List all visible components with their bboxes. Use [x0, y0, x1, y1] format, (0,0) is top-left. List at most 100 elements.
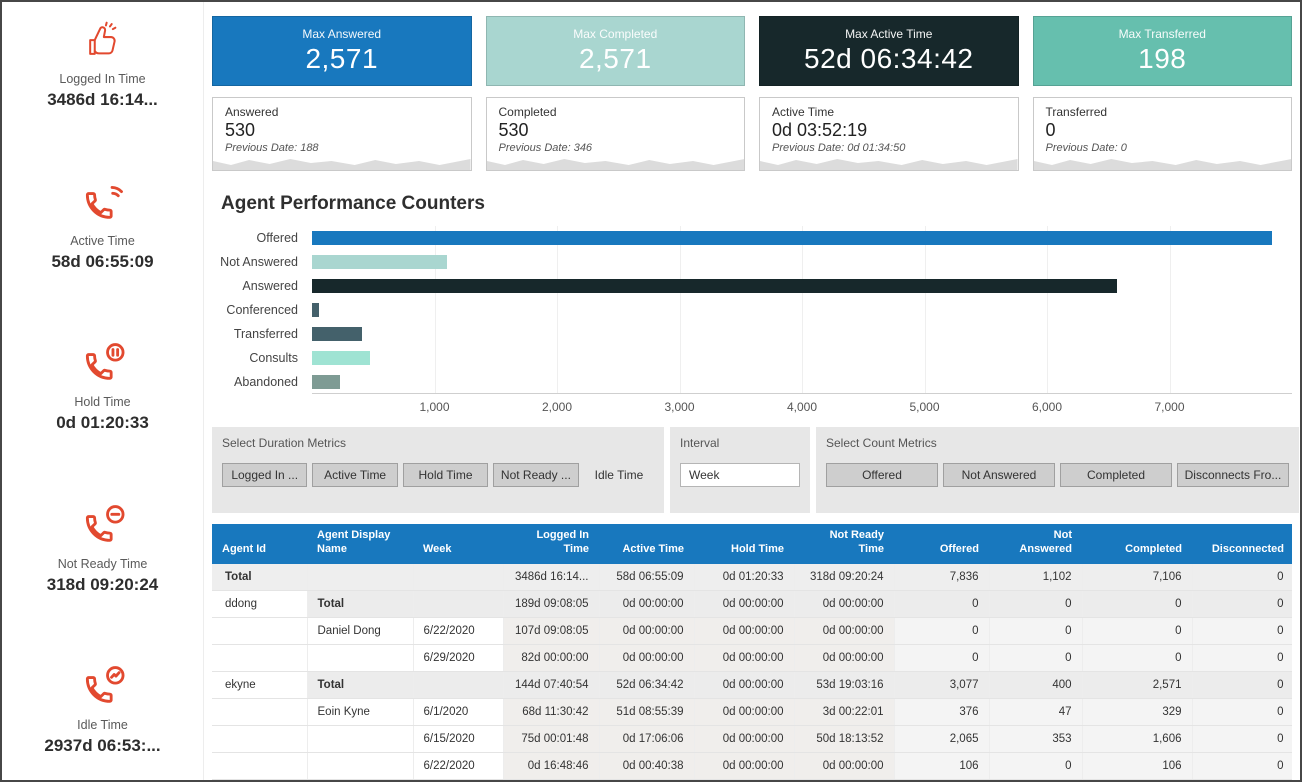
- duration-metric-idle-time[interactable]: Idle Time: [584, 463, 654, 487]
- max-card-label: Max Active Time: [845, 27, 932, 41]
- value-card-value: 0: [1046, 120, 1280, 141]
- count-metric-completed[interactable]: Completed: [1060, 463, 1172, 487]
- column-header-logged-in-time[interactable]: Logged In Time: [503, 524, 599, 564]
- cell-metric: 0: [1082, 618, 1192, 645]
- chart-bar-track: [312, 255, 1292, 269]
- column-header-week[interactable]: Week: [413, 524, 503, 564]
- cell-week: 6/1/2020: [413, 699, 503, 726]
- max-card-label: Max Transferred: [1119, 27, 1206, 41]
- count-metric-disconnects-fro[interactable]: Disconnects Fro...: [1177, 463, 1289, 487]
- table-row: 6/15/202075d 00:01:480d 17:06:060d 00:00…: [212, 726, 1292, 753]
- cell-agent-id: [212, 645, 307, 672]
- chart-bar-row-answered: Answered: [212, 274, 1292, 298]
- cell-week: 6/22/2020: [413, 618, 503, 645]
- duration-metric-hold-time[interactable]: Hold Time: [403, 463, 488, 487]
- count-metric-not-answered[interactable]: Not Answered: [943, 463, 1055, 487]
- column-header-completed[interactable]: Completed: [1082, 524, 1192, 564]
- x-tick-label: 2,000: [542, 400, 572, 414]
- cell-metric: 0d 00:00:00: [694, 672, 794, 699]
- phone-pause-icon: [8, 341, 198, 387]
- value-card-previous: Previous Date: 346: [499, 142, 733, 154]
- max-card-label: Max Answered: [302, 27, 381, 41]
- kpi-card-active-time: Max Active Time52d 06:34:42Active Time0d…: [759, 16, 1019, 171]
- cell-agent-name: Total: [307, 591, 413, 618]
- chart-title: Agent Performance Counters: [221, 193, 485, 215]
- kpi-value: 2937d 06:53:...: [8, 736, 198, 756]
- chart-bar-track: [312, 279, 1292, 293]
- kpi-label: Logged In Time: [8, 72, 198, 86]
- cell-metric: 82d 00:00:00: [503, 645, 599, 672]
- column-header-not-answered[interactable]: Not Answered: [989, 524, 1082, 564]
- duration-metric-not-ready[interactable]: Not Ready ...: [493, 463, 578, 487]
- interval-panel: Interval Week: [670, 427, 810, 513]
- cell-agent-id: Total: [212, 564, 307, 591]
- value-card-transferred: Transferred0Previous Date: 0: [1033, 97, 1293, 171]
- sparkline-chart: [213, 152, 471, 170]
- chart-bar-track: [312, 303, 1292, 317]
- sidebar-kpi-active-time: Active Time58d 06:55:09: [8, 180, 198, 272]
- filter-row: Select Duration Metrics Logged In ...Act…: [212, 427, 1292, 513]
- phone-minus-icon: [8, 503, 198, 549]
- max-card-max-answered: Max Answered2,571: [212, 16, 472, 86]
- cell-metric: 0: [1192, 672, 1292, 699]
- column-header-hold-time[interactable]: Hold Time: [694, 524, 794, 564]
- cell-metric: 0: [989, 618, 1082, 645]
- kpi-value: 318d 09:20:24: [8, 575, 198, 595]
- chart-bar-not-answered: [312, 255, 447, 269]
- column-header-not-ready-time[interactable]: Not Ready Time: [794, 524, 894, 564]
- value-card-label: Transferred: [1046, 105, 1280, 119]
- value-card-previous: Previous Date: 0: [1046, 142, 1280, 154]
- value-card-value: 0d 03:52:19: [772, 120, 1006, 141]
- cell-metric: 0d 00:40:38: [599, 753, 694, 780]
- duration-metric-active-time[interactable]: Active Time: [312, 463, 397, 487]
- count-metric-offered[interactable]: Offered: [826, 463, 938, 487]
- kpi-card-row: Max Answered2,571Answered530Previous Dat…: [212, 16, 1292, 171]
- cell-metric: 7,106: [1082, 564, 1192, 591]
- cell-metric: 0: [894, 618, 989, 645]
- max-card-max-active-time: Max Active Time52d 06:34:42: [759, 16, 1019, 86]
- column-header-offered[interactable]: Offered: [894, 524, 989, 564]
- count-metrics-label: Select Count Metrics: [826, 436, 1289, 450]
- main-content: Max Answered2,571Answered530Previous Dat…: [212, 2, 1292, 780]
- count-metrics-options: OfferedNot AnsweredCompletedDisconnects …: [826, 463, 1289, 487]
- sidebar-kpi-not-ready-time: Not Ready Time 318d 09:20:24: [8, 503, 198, 595]
- cell-metric: 0d 00:00:00: [694, 618, 794, 645]
- cell-metric: 353: [989, 726, 1082, 753]
- value-card-previous: Previous Date: 188: [225, 142, 459, 154]
- kpi-value: 0d 01:20:33: [8, 413, 198, 433]
- phone-waves-icon: [8, 180, 198, 226]
- chart-category-label: Consults: [212, 351, 312, 365]
- cell-metric: 0d 00:00:00: [794, 591, 894, 618]
- kpi-label: Not Ready Time: [8, 557, 198, 571]
- interval-label: Interval: [680, 436, 800, 450]
- column-header-agent-id[interactable]: Agent Id: [212, 524, 307, 564]
- value-card-previous: Previous Date: 0d 01:34:50: [772, 142, 1006, 154]
- cell-metric: 0d 00:00:00: [599, 645, 694, 672]
- column-header-active-time[interactable]: Active Time: [599, 524, 694, 564]
- chart-category-label: Not Answered: [212, 255, 312, 269]
- sidebar: Logged In Time 3486d 16:14... Active Time…: [2, 2, 204, 780]
- cell-metric: 0d 17:06:06: [599, 726, 694, 753]
- duration-metric-logged-in[interactable]: Logged In ...: [222, 463, 307, 487]
- kpi-value: 3486d 16:14...: [8, 90, 198, 110]
- cell-metric: 318d 09:20:24: [794, 564, 894, 591]
- interval-select[interactable]: Week: [680, 463, 800, 487]
- sidebar-kpi-idle-time: Idle Time2937d 06:53:...: [8, 664, 198, 756]
- column-header-disconnected[interactable]: Disconnected: [1192, 524, 1292, 564]
- kpi-card-transferred: Max Transferred198Transferred0Previous D…: [1033, 16, 1293, 171]
- cell-metric: 0: [894, 645, 989, 672]
- column-header-agent-display-name[interactable]: Agent Display Name: [307, 524, 413, 564]
- table-row: ekyneTotal144d 07:40:5452d 06:34:420d 00…: [212, 672, 1292, 699]
- cell-metric: 52d 06:34:42: [599, 672, 694, 699]
- cell-metric: 0: [989, 753, 1082, 780]
- cell-metric: 3,077: [894, 672, 989, 699]
- table-row: 6/29/202082d 00:00:000d 00:00:000d 00:00…: [212, 645, 1292, 672]
- table-row: 6/22/20200d 16:48:460d 00:40:380d 00:00:…: [212, 753, 1292, 780]
- cell-metric: 189d 09:08:05: [503, 591, 599, 618]
- table-row: Daniel Dong6/22/2020107d 09:08:050d 00:0…: [212, 618, 1292, 645]
- agent-performance-chart: OfferedNot AnsweredAnsweredConferencedTr…: [212, 226, 1292, 436]
- x-tick-label: 3,000: [664, 400, 694, 414]
- max-card-value: 2,571: [579, 43, 652, 75]
- cell-agent-id: [212, 699, 307, 726]
- chart-bar-row-offered: Offered: [212, 226, 1292, 250]
